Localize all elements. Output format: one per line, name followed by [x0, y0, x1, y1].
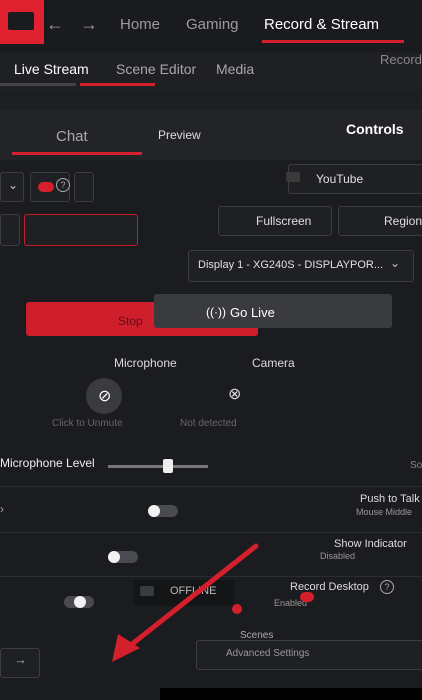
- tab-preview[interactable]: Preview: [158, 128, 201, 142]
- broadcast-icon: ((·)): [206, 305, 226, 319]
- chat-tab-indicator: [12, 152, 142, 155]
- back-icon[interactable]: ←: [46, 14, 64, 35]
- camera-off-icon: ⊗: [228, 386, 242, 403]
- nav-active-indicator: [262, 40, 404, 43]
- record-desktop-label: Record Desktop: [290, 581, 369, 593]
- region-label: Region: [384, 214, 422, 228]
- go-live-label: Go Live: [230, 305, 275, 320]
- left-input[interactable]: [0, 214, 20, 246]
- platform-label: YouTube: [316, 172, 364, 186]
- record-desktop-toggle[interactable]: [300, 592, 314, 602]
- youtube-icon: [286, 172, 300, 182]
- toggle-knob: [74, 596, 86, 608]
- taskbar-strip: [160, 688, 422, 700]
- toggle-switch[interactable]: [38, 182, 54, 192]
- arrow-right-icon: →: [14, 652, 27, 667]
- nav-home[interactable]: Home: [120, 16, 160, 33]
- microphone-level-label: Microphone Level: [0, 456, 95, 470]
- status-dot: [232, 604, 242, 614]
- toggle-knob: [108, 551, 120, 563]
- fullscreen-label: Fullscreen: [256, 214, 312, 228]
- microphone-level-slider[interactable]: [108, 465, 208, 468]
- slider-handle[interactable]: [163, 459, 173, 473]
- tab-media[interactable]: Media: [216, 61, 254, 77]
- camera-title: Camera: [252, 356, 295, 370]
- advanced-settings-label: Advanced Settings: [226, 648, 310, 659]
- offline-label: OFFLINE: [170, 585, 217, 597]
- show-indicator-label: Show Indicator: [334, 538, 407, 550]
- help-icon[interactable]: ?: [380, 580, 394, 594]
- forward-icon[interactable]: →: [80, 14, 98, 35]
- logo-icon: [8, 12, 34, 30]
- youtube-icon: [140, 586, 154, 596]
- divider: [0, 532, 422, 533]
- chevron-down-icon: ⌄: [8, 178, 19, 192]
- stop-label: Stop: [118, 314, 143, 328]
- controls-title: Controls: [346, 121, 404, 137]
- nav-record-stream[interactable]: Record & Stream: [264, 16, 379, 33]
- camera-status: Not detected: [180, 418, 237, 429]
- divider: [0, 486, 422, 487]
- tab-indicator-red: [80, 83, 155, 86]
- show-indicator-value: Disabled: [320, 551, 356, 561]
- text-input[interactable]: [24, 214, 138, 246]
- push-to-talk-label: Push to Talk: [360, 493, 420, 505]
- nav-gaming[interactable]: Gaming: [186, 16, 239, 33]
- microphone-muted-icon: ⊘: [98, 388, 112, 405]
- display-label: Display 1 - XG240S - DISPLAYPOR...: [198, 259, 384, 271]
- tab-record[interactable]: Record: [380, 52, 422, 67]
- tab-scene-editor[interactable]: Scene Editor: [116, 61, 196, 77]
- tab-chat[interactable]: Chat: [56, 128, 88, 145]
- help-icon[interactable]: ?: [56, 178, 70, 192]
- microphone-title: Microphone: [114, 356, 177, 370]
- so-label: So: [410, 460, 422, 471]
- expand-icon[interactable]: ›: [0, 502, 4, 516]
- chevron-down-icon: ⌄: [390, 256, 401, 270]
- toggle-knob: [148, 505, 160, 517]
- microphone-status: Click to Unmute: [52, 418, 123, 429]
- mini-box[interactable]: [74, 172, 94, 202]
- divider: [0, 576, 422, 577]
- tab-live-stream[interactable]: Live Stream: [14, 61, 89, 77]
- push-to-talk-value: Mouse Middle: [356, 507, 413, 517]
- tab-indicator-gray: [0, 83, 76, 86]
